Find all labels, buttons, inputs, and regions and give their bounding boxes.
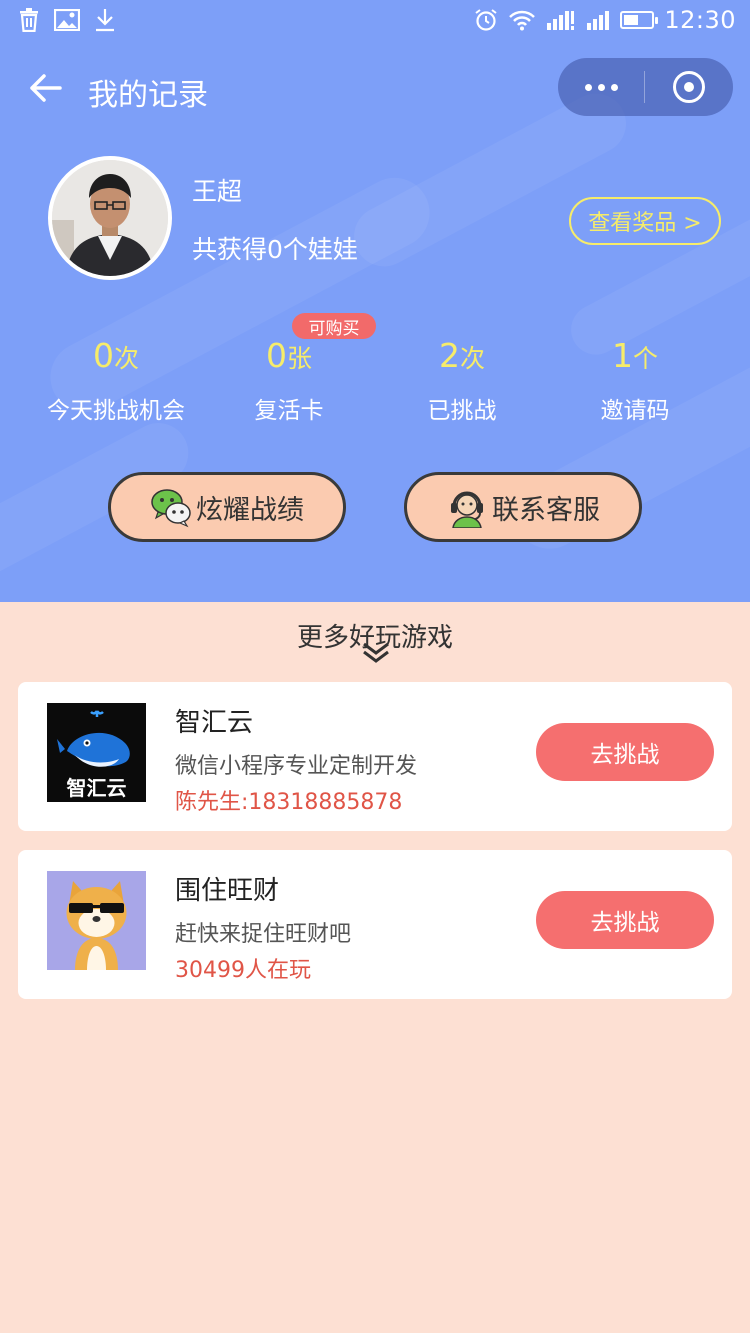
target-circle-icon[interactable] (645, 58, 733, 116)
stat-label: 复活卡 (254, 398, 324, 424)
user-name: 王超 (192, 177, 243, 206)
share-record-label: 炫耀战绩 (196, 494, 304, 526)
stat-revive-cards[interactable]: 0张 复活卡 (199, 336, 379, 425)
stat-unit: 次 (459, 344, 485, 373)
game-title: 围住旺财 (175, 876, 280, 906)
stat-challenged[interactable]: 2次 已挑战 (372, 336, 552, 425)
view-prizes-button[interactable]: 查看奖品 > (569, 197, 721, 245)
signal-icon (547, 11, 575, 30)
avatar[interactable] (48, 156, 172, 280)
status-time: 12:30 (664, 6, 736, 34)
wifi-icon (509, 10, 536, 31)
stat-value: 0 (265, 336, 287, 375)
image-icon (54, 9, 80, 31)
contact-service-label: 联系客服 (492, 494, 600, 526)
game-meta: 陈先生:18318885878 (175, 790, 403, 815)
alarm-icon (475, 9, 497, 31)
stat-invite-code[interactable]: 1个 邀请码 (545, 336, 725, 425)
header-section: 12:30 我的记录 王超 共获得0个娃娃 查看奖品 > 0次 今天挑战机会 0… (0, 0, 750, 602)
stat-label: 今天挑战机会 (47, 398, 185, 424)
stat-unit: 个 (632, 344, 658, 373)
stat-value: 1 (611, 336, 633, 375)
game-title: 智汇云 (175, 708, 254, 738)
game-description: 赶快来捉住旺财吧 (175, 922, 352, 947)
mini-program-capsule (558, 58, 733, 116)
stat-unit: 张 (286, 344, 312, 373)
stat-daily-chances[interactable]: 0次 今天挑战机会 (26, 336, 206, 425)
trash-icon (20, 8, 38, 32)
game-card[interactable]: 智汇云 智汇云 微信小程序专业定制开发 陈先生:18318885878 去挑战 (18, 682, 732, 831)
arrow-left-icon[interactable] (26, 68, 66, 108)
download-icon (96, 9, 114, 32)
page-title: 我的记录 (88, 78, 208, 113)
purchasable-badge[interactable]: 可购买 (292, 313, 376, 339)
user-summary: 共获得0个娃娃 (192, 235, 358, 264)
wechat-icon (151, 489, 191, 528)
share-record-button[interactable]: 炫耀战绩 (108, 472, 346, 542)
logo-text: 智汇云 (67, 776, 127, 800)
signal-icon (587, 11, 610, 30)
game-card[interactable]: 围住旺财 赶快来捉住旺财吧 30499人在玩 去挑战 (18, 850, 732, 999)
nav-bar: 我的记录 (0, 58, 750, 118)
avatar-photo (52, 160, 168, 276)
game-meta: 30499人在玩 (175, 958, 311, 983)
more-dots-icon[interactable] (558, 58, 644, 116)
stat-label: 已挑战 (427, 398, 497, 424)
challenge-button[interactable]: 去挑战 (536, 891, 714, 949)
stat-value: 2 (438, 336, 460, 375)
stat-unit: 次 (113, 344, 139, 373)
contact-service-button[interactable]: 联系客服 (404, 472, 642, 542)
headset-icon (451, 491, 483, 528)
game-description: 微信小程序专业定制开发 (175, 754, 418, 779)
stat-label: 邀请码 (600, 398, 670, 424)
shiba-dog-icon (47, 871, 146, 970)
whale-logo-icon: 智汇云 (47, 703, 146, 802)
battery-icon (620, 11, 659, 29)
stat-value: 0 (92, 336, 114, 375)
double-chevron-down-icon (363, 642, 389, 663)
status-bar: 12:30 (0, 0, 750, 44)
challenge-button[interactable]: 去挑战 (536, 723, 714, 781)
